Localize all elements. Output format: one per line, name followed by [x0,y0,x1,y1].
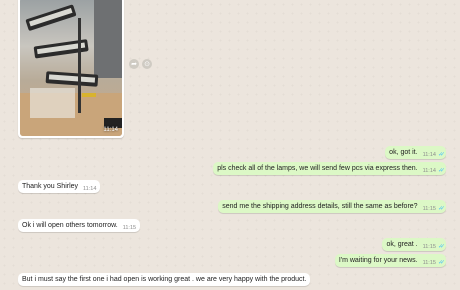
message-text: Thank you Shirley [22,183,79,190]
message-time: 11:15 [422,205,436,212]
read-ticks-icon: ✓✓ [437,168,445,174]
download-icon[interactable]: ⊙ [142,59,152,69]
outgoing-message[interactable]: ok, got it. 11:14 ✓✓ [385,146,446,159]
message-text: But i must say the first one i had open … [22,276,307,283]
read-ticks-icon: ✓✓ [437,244,445,250]
message-text: ok, great . [386,241,418,248]
outgoing-message[interactable]: ok, great . 11:15 ✓✓ [382,238,446,251]
incoming-message[interactable]: Thank you Shirley 11:14 [18,180,101,193]
read-ticks-icon: ✓✓ [437,206,445,212]
incoming-message[interactable]: Ok i will open others tomorrow. 11:15 [18,219,141,232]
forward-icon[interactable]: ➦ [129,59,139,69]
message-time: 11:15 [422,259,436,266]
read-ticks-icon: ✓✓ [437,152,445,158]
message-time: 11:14 [422,167,436,174]
media-timestamp: 11:14 [103,127,118,133]
outgoing-message[interactable]: I'm waiting for your news. 11:15 ✓✓ [334,254,446,267]
message-text: ok, got it. [389,149,418,156]
message-text: I'm waiting for your news. [338,257,418,264]
message-time: 11:14 [83,185,97,192]
outgoing-message[interactable]: send me the shipping address details, st… [218,200,446,213]
message-text: send me the shipping address details, st… [222,203,418,210]
message-time: 11:14 [422,151,436,158]
read-ticks-icon: ✓✓ [437,260,445,266]
message-text: Ok i will open others tomorrow. [22,222,118,229]
incoming-message[interactable]: But i must say the first one i had open … [18,273,311,286]
message-time: 11:15 [422,243,436,250]
lamp-photo[interactable]: 11:14 [20,0,122,136]
message-time: 11:15 [122,224,137,231]
message-text: pls check all of the lamps, we will send… [217,165,418,172]
outgoing-message[interactable]: pls check all of the lamps, we will send… [213,162,446,175]
image-message[interactable]: 11:14 [18,0,124,138]
